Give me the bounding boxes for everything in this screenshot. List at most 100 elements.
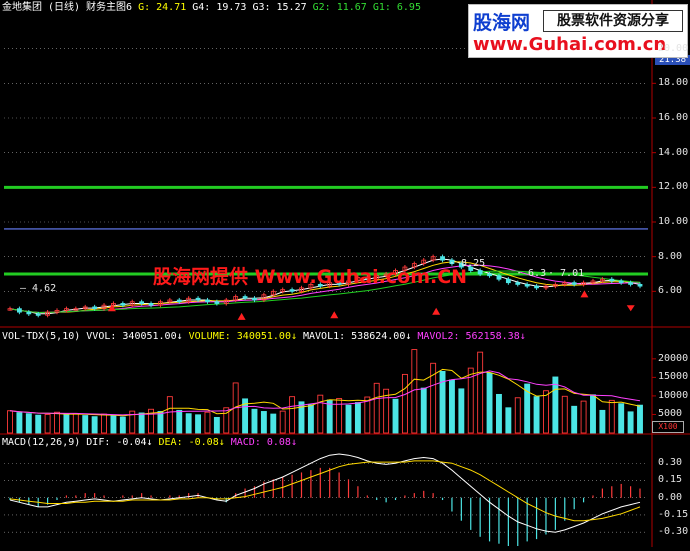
macd-header-item-0: MACD(12,26,9)	[2, 437, 81, 448]
price-annotation-0: — 4.62	[20, 283, 57, 294]
volume-bar	[618, 403, 625, 434]
volume-bar	[157, 411, 164, 434]
volume-bar	[580, 400, 587, 434]
candle-body	[26, 311, 32, 315]
vol-ma10-line	[9, 370, 641, 416]
volume-bar	[185, 413, 192, 434]
macd-header: MACD(12,26,9) DIF: -0.04↓ DEA: -0.08↓ MACD:…	[2, 437, 303, 449]
volume-bar	[270, 413, 277, 434]
volume-bar	[392, 398, 399, 434]
volume-unit-badge: X100	[652, 421, 684, 433]
g-values: G: 24.71 G4: 19.73 G3: 15.27 G2: 11.67 G1: 6…	[138, 2, 427, 13]
volume-bar	[364, 396, 371, 434]
macd-header-item-2: DEA: -0.08↓	[158, 437, 225, 448]
price-axis-label-7: 6.00	[658, 285, 683, 297]
volume-bar	[561, 395, 568, 434]
candle-body	[505, 278, 511, 284]
volume-bar	[110, 414, 117, 434]
macd-header-item-1: DIF: -0.04↓	[86, 437, 153, 448]
center-watermark: 股海网提供 Www.Guhai.com.CN	[153, 266, 468, 288]
signal-triangle-5	[626, 305, 635, 312]
volume-bar	[439, 370, 446, 434]
macd-header-item-3: MACD: 0.08↓	[230, 437, 297, 448]
price-axis-label-4: 12.00	[658, 181, 689, 193]
signal-triangle-3	[432, 307, 441, 315]
volume-bar	[505, 407, 512, 434]
candle-body	[618, 280, 624, 284]
volume-bar	[326, 399, 333, 434]
volume-bar	[496, 393, 502, 434]
price-axis-label-5: 10.00	[658, 216, 689, 227]
candle-body	[205, 299, 210, 303]
g-value-0: G: 24.71	[138, 2, 187, 13]
g-value-2: G3: 15.27	[252, 2, 307, 13]
candle-body	[534, 285, 539, 289]
watermark-url: www.Guhai.com.cn	[473, 34, 667, 55]
volume-bar	[260, 411, 267, 434]
candle-body	[92, 306, 98, 310]
volume-bar	[16, 412, 23, 434]
stock-chart-window[interactable]: 金地集团 (日线) 财务主图6 G: 24.71 G4: 19.73 G3: 15.27 G…	[0, 0, 690, 547]
candle-body	[35, 313, 41, 316]
watermark-brand: 股海网	[473, 12, 531, 34]
volume-bar	[458, 388, 465, 434]
volume-bar	[289, 396, 296, 434]
volume-bar	[608, 399, 615, 434]
volume-bar	[91, 416, 98, 434]
volume-bar	[279, 410, 286, 434]
macd-axis-label-2: 0.00	[658, 491, 683, 503]
indicator-name[interactable]: 财务主图6	[86, 2, 132, 13]
volume-bar	[54, 411, 60, 434]
vol-header-item-1: VVOL: 340051.00↓	[86, 331, 183, 342]
volume-bar	[307, 404, 314, 434]
price-axis-label-2: 16.00	[658, 112, 689, 123]
candle-body	[609, 278, 615, 282]
g-value-1: G4: 19.73	[192, 2, 247, 13]
volume-bar	[627, 411, 634, 434]
candle-body	[477, 270, 483, 275]
g-value-4: G1: 6.95	[372, 2, 421, 13]
macd-axis-label-1: 0.15	[658, 474, 683, 486]
macd-axis-label-3: -0.15	[658, 508, 689, 520]
price-axis-label-0: 20.00	[658, 42, 689, 54]
vol-ma5-line	[9, 368, 641, 417]
volume-bar	[138, 412, 145, 434]
volume-bar	[477, 351, 484, 434]
candle-body	[139, 301, 145, 304]
candle-body	[148, 303, 154, 306]
volume-bar	[63, 414, 70, 434]
volume-bar	[251, 408, 258, 434]
volume-bar	[119, 416, 126, 434]
macd-axis-label-4: -0.30	[658, 526, 689, 538]
volume-bar	[213, 416, 220, 434]
stock-title: 金地集团	[2, 2, 42, 13]
candle-body	[289, 289, 295, 292]
vol-axis-label-1: 15000	[658, 371, 689, 383]
price-annotation-3: · 7.01	[548, 268, 585, 279]
volume-bar	[317, 394, 324, 434]
g-value-3: G2: 11.67	[312, 2, 367, 13]
price-header: 金地集团 (日线) 财务主图6 G: 24.71 G4: 19.73 G3: 15.27 G…	[2, 2, 433, 14]
candle-body	[214, 301, 220, 304]
vol-header-item-4: MAVOL2: 562158.38↓	[417, 331, 526, 342]
vol-axis-label-2: 10000	[658, 389, 689, 401]
candle-body	[242, 296, 248, 299]
macd-panel	[4, 453, 648, 546]
volume-bar	[166, 396, 173, 434]
volume-bar	[373, 382, 380, 434]
candle-body	[176, 299, 182, 303]
watermark-banner[interactable]: 股海网 股票软件资源分享 www.Guhai.com.cn	[468, 4, 688, 58]
candle-body	[487, 273, 492, 277]
candle-body	[571, 282, 577, 285]
candle-body	[496, 275, 502, 280]
volume-bar	[345, 404, 352, 434]
volume-bar	[533, 396, 540, 434]
volume-bar	[44, 414, 51, 434]
price-annotation-1: · 8.25	[449, 258, 486, 269]
volume-header: VOL-TDX(5,10) VVOL: 340051.00↓ VOLUME: 340…	[2, 331, 532, 343]
vol-header-item-3: MAVOL1: 538624.00↓	[302, 331, 412, 342]
candle-body	[195, 297, 201, 301]
candle-body	[120, 303, 126, 306]
volume-bar	[354, 402, 361, 434]
volume-bar	[637, 404, 643, 434]
